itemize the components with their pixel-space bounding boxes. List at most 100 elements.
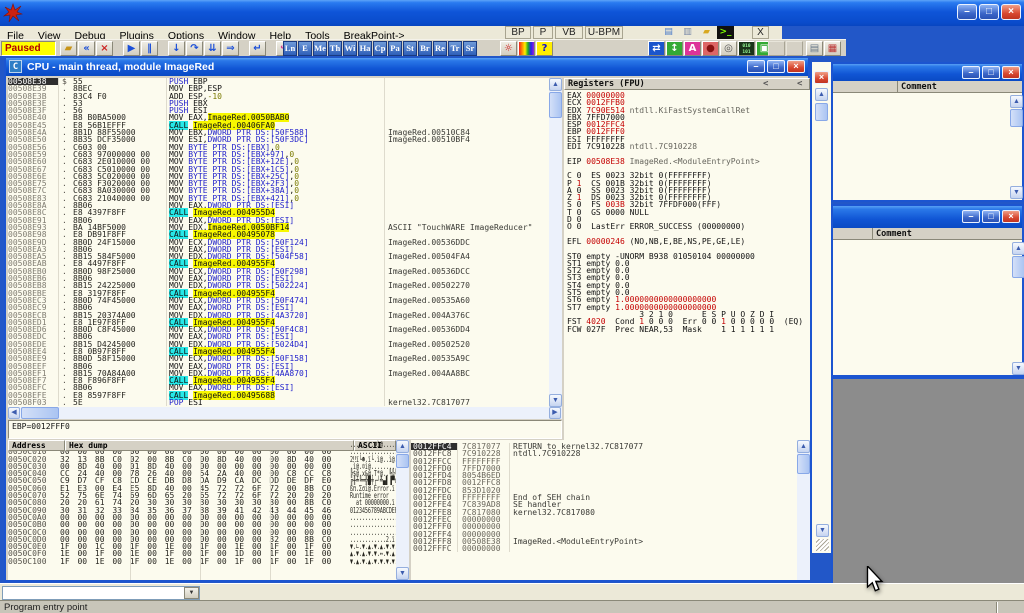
toolbar-letter-button-tr[interactable]: Tr (448, 41, 462, 56)
scroll-up-icon[interactable]: ▲ (797, 440, 810, 453)
terminal-icon[interactable]: >_ (717, 26, 734, 39)
disassembly-pane[interactable]: 00508E38$55PUSH EBP00508E39.8BECMOV EBP,… (8, 78, 549, 407)
pause-button[interactable]: ‖ (141, 41, 158, 56)
notes-icon[interactable]: ▤ (660, 26, 677, 39)
dump-hex-header[interactable]: Hex dump (65, 440, 354, 451)
disasm-row[interactable]: 00508E3B.83C4 F0ADD ESP,-10 (8, 93, 549, 100)
close-icon[interactable]: × (1002, 210, 1020, 223)
restore-icon[interactable]: □ (979, 4, 999, 20)
restore-icon[interactable]: □ (767, 60, 785, 73)
folder-icon[interactable]: ▰ (698, 26, 715, 39)
scroll-thumb[interactable] (21, 407, 59, 419)
scroll-thumb[interactable] (1010, 109, 1023, 127)
close-icon[interactable]: × (1001, 4, 1021, 20)
scroll-up-icon[interactable]: ▲ (1010, 95, 1023, 108)
disassembly-scrollbar[interactable]: ▲ ▼ (549, 78, 562, 407)
command-input[interactable] (4, 588, 182, 598)
dump-row[interactable]: 0050C1001F 00 1E 00 1F 00 1E 00 1F 00 1F… (8, 558, 396, 565)
main-titlebar[interactable]: –□× (0, 0, 1024, 26)
scroll-left-icon[interactable]: ◀ (8, 407, 20, 419)
toolbar-letter-button-ha[interactable]: Ha (358, 41, 372, 56)
menu-button-bp[interactable]: BP (505, 26, 531, 39)
scroll-thumb[interactable] (396, 454, 409, 468)
assemble-a-button[interactable]: A (684, 41, 701, 56)
minimize-icon[interactable]: – (747, 60, 765, 73)
close-icon[interactable]: × (1002, 66, 1020, 79)
collapse-icon[interactable]: < (763, 79, 768, 90)
binary-button[interactable]: 010 101 (738, 41, 755, 56)
comment-column-header[interactable]: Comment (876, 229, 912, 240)
appearance-gear-button[interactable]: ☼ (500, 41, 517, 56)
scroll-up-icon[interactable]: ▲ (549, 78, 562, 91)
disasm-row[interactable]: 00508E3E.53PUSH EBX (8, 100, 549, 107)
scroll-down-icon[interactable]: ▼ (816, 524, 829, 537)
trace-into-button[interactable]: ⇊ (204, 41, 221, 56)
toolbar-letter-button-wi[interactable]: Wi (343, 41, 357, 56)
toolbar-letter-button-re[interactable]: Re (433, 41, 447, 56)
collapse-icon[interactable]: < (797, 79, 802, 90)
menu-button-u-bpm[interactable]: U-BPM (585, 26, 623, 39)
toolbar-letter-button-st[interactable]: St (403, 41, 417, 56)
tile-windows-button[interactable]: ▤ (806, 41, 823, 56)
menu-button-vb[interactable]: VB (555, 26, 583, 39)
colors-rainbow-button[interactable] (518, 41, 535, 56)
scroll-thumb[interactable] (549, 92, 562, 118)
breakpoint-dot-button[interactable]: ● (702, 41, 719, 56)
toolbar-letter-button-sr[interactable]: Sr (463, 41, 477, 56)
scroll-down-icon[interactable]: ▼ (396, 567, 409, 580)
help-button[interactable]: ? (536, 41, 553, 56)
comment-panel-1-titlebar[interactable]: –□× (833, 64, 1022, 81)
toolbar-letter-button-pa[interactable]: Pa (388, 41, 402, 56)
close-program-button[interactable]: × (96, 41, 113, 56)
spiral-button[interactable]: ◎ (720, 41, 737, 56)
execute-till-return-button[interactable]: ↵ (249, 41, 266, 56)
stack-row[interactable]: 0012FFFC00000000 (411, 545, 797, 552)
register-line[interactable]: EDI 7C910228 ntdll.7C910228 (567, 143, 810, 150)
disassembly-hscrollbar[interactable]: ◀ ▶ (8, 407, 562, 419)
run-button[interactable]: ▶ (123, 41, 140, 56)
command-combobox[interactable]: ▼ (2, 586, 200, 600)
minimize-icon[interactable]: – (962, 66, 980, 79)
scroll-up-icon[interactable]: ▲ (396, 440, 409, 453)
restart-button[interactable]: « (78, 41, 95, 56)
resize-grip[interactable] (816, 539, 829, 551)
step-into-button[interactable]: ↓ (168, 41, 185, 56)
trace-over-button[interactable]: ⇒ (222, 41, 239, 56)
register-line[interactable]: EIP 00508E38 ImageRed.<ModuleEntryPoint> (567, 158, 810, 165)
restore-icon[interactable]: □ (982, 66, 1000, 79)
scroll-down-icon[interactable]: ▼ (549, 394, 562, 407)
log-icon[interactable]: ▥ (679, 26, 696, 39)
register-line[interactable]: O 0 LastErr ERROR_SUCCESS (00000000) (567, 223, 810, 230)
register-line[interactable]: EFL 00000246 (NO,NB,E,BE,NS,PE,GE,LE) (567, 238, 810, 245)
disasm-row[interactable]: 00508F03.5EPOP ESIkernel32.7C817077 (8, 399, 549, 406)
scroll-down-icon[interactable]: ▼ (1012, 362, 1024, 375)
toolbar-letter-button-cp[interactable]: Cp (373, 41, 387, 56)
scroll-down-icon[interactable]: ▼ (1010, 186, 1023, 199)
minimize-icon[interactable]: – (957, 4, 977, 20)
chevron-down-icon[interactable]: ▼ (184, 587, 199, 599)
minimize-icon[interactable]: – (962, 210, 980, 223)
panel-list-button[interactable]: ▦ (824, 41, 841, 56)
comment-column-header[interactable]: Comment (901, 82, 937, 93)
scroll-thumb[interactable] (797, 454, 810, 474)
registers-pane[interactable]: Registers (FPU) < < EAX 00000000ECX 0012… (564, 78, 810, 496)
cpu-window-titlebar[interactable]: C CPU - main thread, module ImageRed –□× (6, 58, 808, 76)
register-line[interactable]: FCW 027F Prec NEAR,53 Mask 1 1 1 1 1 1 (567, 326, 810, 333)
toolbar-letter-button-th[interactable]: Th (328, 41, 342, 56)
hex-dump-pane[interactable]: Address Hex dump ASCII 0050C00000 00 00 … (8, 440, 396, 580)
step-over-button[interactable]: ↷ (186, 41, 203, 56)
toolbar-letter-button-br[interactable]: Br (418, 41, 432, 56)
menu-close-button[interactable]: X (752, 26, 769, 39)
close-icon[interactable]: × (814, 71, 829, 84)
register-line[interactable]: T 0 GS 0000 NULL (567, 209, 810, 216)
scroll-thumb[interactable] (815, 103, 828, 121)
comment-panel-2-titlebar[interactable]: –□× (833, 206, 1022, 228)
swap-arrows-button[interactable]: ⇄ (648, 41, 665, 56)
stack-pane[interactable]: 0012FFC47C817077RETURN to kernel32.7C817… (411, 440, 797, 580)
toolbar-letter-button-ln[interactable]: Ln (283, 41, 297, 56)
close-icon[interactable]: × (787, 60, 805, 73)
open-file-button[interactable]: ▰ (60, 41, 77, 56)
scroll-thumb[interactable] (1012, 256, 1024, 278)
stack-scrollbar[interactable]: ▲ (797, 440, 810, 580)
scroll-right-icon[interactable]: ▶ (549, 407, 561, 419)
